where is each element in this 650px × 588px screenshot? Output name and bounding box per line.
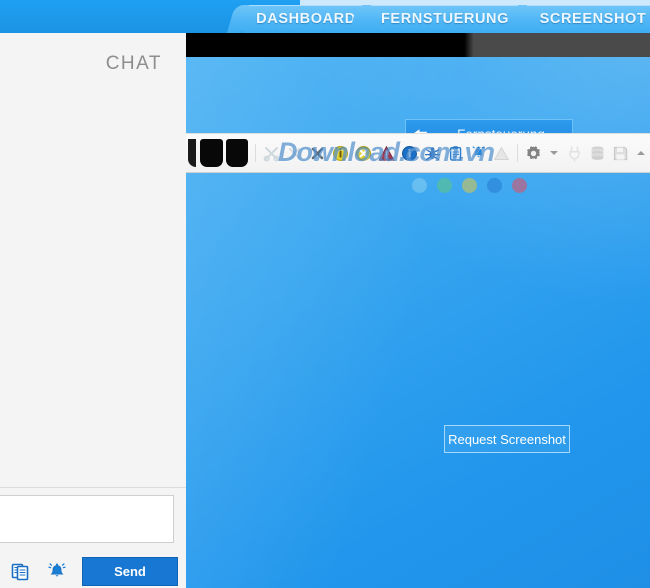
scissors-icon[interactable] [263, 145, 280, 162]
chevron-up-icon[interactable] [637, 151, 646, 155]
chat-message-list[interactable] [0, 95, 186, 487]
tab-dashboard-label: DASHBOARD [256, 11, 356, 27]
background-sheen [186, 33, 579, 588]
bell-icon[interactable] [470, 145, 487, 162]
send-button-label: Send [114, 563, 146, 579]
send-button[interactable]: Send [82, 556, 178, 586]
dot-green [437, 178, 452, 193]
save-icon[interactable] [612, 145, 629, 162]
tab-bar: DASHBOARD FERNSTUERUNG SCREENSHOT [0, 0, 650, 33]
toolbar-black-block-1[interactable] [200, 139, 223, 167]
gear-icon[interactable] [525, 145, 542, 162]
dot-lightblue [412, 178, 427, 193]
database-icon[interactable] [589, 145, 606, 162]
close-x-icon[interactable] [286, 145, 303, 162]
clipboard-icon[interactable] [447, 145, 464, 162]
close-x-bold-icon[interactable] [309, 145, 326, 162]
dot-blue [487, 178, 502, 193]
close-yellow-icon[interactable] [355, 145, 372, 162]
request-screenshot-button-label: Request Screenshot [448, 431, 566, 447]
status-dot-group [412, 178, 527, 193]
remote-stage: Fernsteuerung [186, 33, 650, 588]
bell-alert-icon[interactable] [46, 560, 68, 582]
request-screenshot-button[interactable]: Request Screenshot [444, 425, 570, 453]
chat-panel: CHAT Send [0, 33, 187, 588]
remote-screen-topbar [186, 33, 650, 57]
chat-footer-toolbar: Send [0, 554, 186, 588]
warning-gray-icon[interactable] [493, 145, 510, 162]
warning-icon[interactable] [378, 145, 395, 162]
toolbar-black-block-2[interactable] [225, 139, 249, 167]
tab-screenshot[interactable]: SCREENSHOT [520, 5, 650, 33]
chat-panel-title: CHAT [105, 53, 162, 74]
bug-icon[interactable] [424, 145, 441, 162]
toolbar-separator-2 [517, 144, 519, 162]
info-blue-icon[interactable] [401, 145, 418, 162]
tab-fernsteuerung-label: FERNSTUERUNG [380, 11, 510, 27]
toolbar-separator-1 [255, 144, 257, 162]
dot-pink [512, 178, 527, 193]
plug-icon[interactable] [566, 145, 583, 162]
toolbar-cutoff-block [188, 139, 197, 167]
app-window: DASHBOARD FERNSTUERUNG SCREENSHOT CHAT S… [0, 0, 650, 588]
remote-toolbar [186, 133, 650, 173]
dot-olive [462, 178, 477, 193]
tab-screenshot-label: SCREENSHOT [539, 11, 647, 27]
chat-input-container [0, 488, 186, 554]
chat-message-input[interactable] [0, 495, 174, 543]
copy-documents-icon[interactable] [10, 560, 32, 582]
info-yellow-icon[interactable] [332, 145, 349, 162]
chevron-down-icon[interactable] [550, 151, 559, 155]
tab-fernsteuerung[interactable]: FERNSTUERUNG [364, 5, 526, 33]
